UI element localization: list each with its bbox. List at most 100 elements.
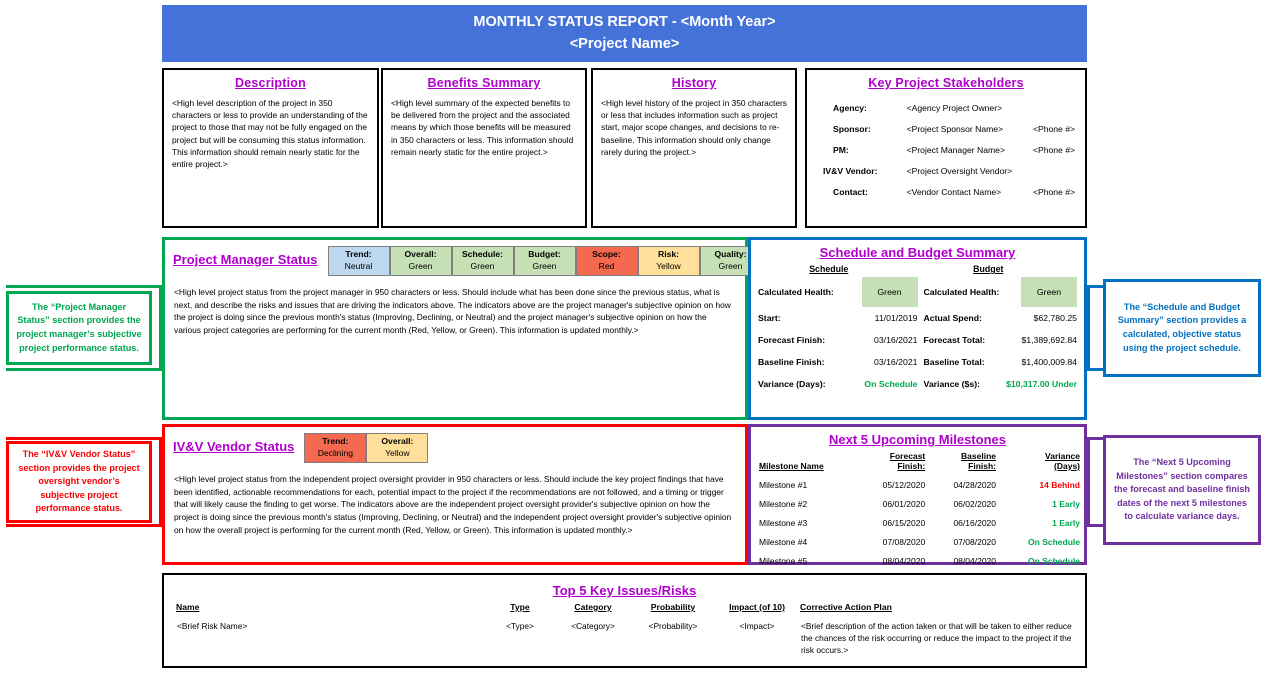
stakeholder-label: IV&V Vendor: [823, 165, 878, 176]
stakeholder-label: PM: [833, 144, 849, 155]
risk-name: <Brief Risk Name> [177, 621, 248, 631]
status-badge-value: Yellow [385, 447, 410, 458]
description-title: Description [235, 76, 306, 90]
status-badge-overall[interactable]: Overall: Yellow [366, 433, 429, 464]
schedule-column-heading: Schedule [809, 264, 849, 274]
stakeholder-phone: <Phone #> [1032, 144, 1075, 155]
milestone-forecast: 05/12/2020 [882, 479, 926, 490]
history-box: History <High level history of the proje… [591, 68, 797, 228]
col-baseline-line1: Baseline [961, 451, 996, 461]
milestones-title: Next 5 Upcoming Milestones [829, 432, 1006, 447]
description-body: <High level description of the project i… [172, 98, 368, 169]
milestones-table: Milestone Name Forecast Finish: Baseline… [751, 451, 1084, 570]
pm-status-header: Project Manager Status Trend: Neutral Ov… [165, 240, 762, 277]
table-row: Actual Spend: $62,780.25 [918, 307, 1078, 329]
milestone-baseline: 06/02/2020 [953, 498, 996, 509]
col-forecast-line2: Finish: [897, 461, 926, 471]
history-body: <High level history of the project in 35… [601, 98, 787, 157]
status-badge-key: Overall: [404, 249, 437, 259]
milestone-name: Milestone #2 [759, 498, 808, 509]
col-variance-line1: Variance [1045, 451, 1080, 461]
benefits-summary-title: Benefits Summary [427, 76, 541, 90]
risk-probability: <Probability> [648, 621, 698, 631]
stakeholder-label: Sponsor: [833, 123, 871, 134]
status-badge-trend[interactable]: Trend: Declining [304, 433, 367, 464]
milestone-name: Milestone #1 [759, 479, 808, 490]
status-badge-risk[interactable]: Risk: Yellow [637, 246, 700, 277]
ivv-vendor-status-section: IV&V Vendor Status Trend: Declining Over… [162, 424, 748, 565]
col-risk-type: Type [510, 602, 530, 612]
stakeholders-table: Agency: <Agency Project Owner> Sponsor: … [815, 97, 1077, 202]
milestone-forecast: 06/01/2020 [882, 498, 926, 509]
budget-row-label: Forecast Total: [923, 335, 986, 345]
budget-variance-value: $10,317.00 Under [1006, 379, 1077, 389]
pm-status-indicators: Trend: Neutral Overall: Green Schedule: … [327, 246, 762, 277]
milestone-name: Milestone #5 [759, 555, 808, 566]
stakeholder-label: Contact: [833, 186, 868, 197]
schedule-column: Schedule Calculated Health: Green Start:… [758, 264, 918, 395]
status-badge-trend[interactable]: Trend: Neutral [327, 246, 390, 277]
schedule-row-value: 03/16/2021 [874, 335, 918, 345]
milestone-baseline: 04/28/2020 [953, 479, 996, 490]
risks-table: Name Type Category Probability Impact (o… [176, 602, 1073, 658]
ivv-status-header: IV&V Vendor Status Trend: Declining Over… [165, 427, 745, 464]
schedule-budget-callout: The “Schedule and Budget Summary” sectio… [1103, 279, 1261, 377]
budget-row-label: Baseline Total: [923, 357, 985, 367]
col-variance-days: Variance (Days) [1000, 451, 1084, 475]
table-header-row: Name Type Category Probability Impact (o… [176, 602, 1073, 618]
milestone-forecast: 07/08/2020 [882, 536, 926, 547]
col-risk-impact: Impact (of 10) [729, 602, 785, 612]
status-badge-value: Green [470, 260, 495, 271]
table-row: Forecast Total: $1,389,692.84 [918, 329, 1078, 351]
description-box: Description <High level description of t… [162, 68, 379, 228]
top-risks-section: Top 5 Key Issues/Risks Name Type Categor… [162, 573, 1087, 668]
milestone-baseline: 07/08/2020 [953, 536, 996, 547]
table-row: Variance (Days): On Schedule [758, 373, 918, 395]
risk-category: <Category> [571, 621, 615, 631]
table-row: Variance ($s): $10,317.00 Under [918, 373, 1078, 395]
schedule-budget-grid: Schedule Calculated Health: Green Start:… [751, 264, 1084, 395]
milestone-variance: 14 Behind [1039, 479, 1080, 490]
col-corrective-action-plan: Corrective Action Plan [800, 602, 892, 612]
pm-status-body: <High level project status from the proj… [174, 287, 731, 336]
stakeholder-value: <Project Oversight Vendor> [906, 165, 1013, 176]
status-badge-key: Budget: [528, 249, 561, 259]
status-badge-key: Scope: [592, 249, 621, 259]
milestone-name: Milestone #3 [759, 517, 808, 528]
stakeholder-label: Agency: [833, 102, 867, 113]
budget-row-value: $62,780.25 [1033, 313, 1077, 323]
col-forecast-line1: Forecast [889, 451, 926, 461]
col-forecast-finish: Forecast Finish: [858, 451, 929, 475]
stakeholders-title: Key Project Stakeholders [868, 76, 1024, 90]
budget-row-value: $1,400,009.84 [1021, 357, 1077, 367]
status-badge-budget-health[interactable]: Green [1021, 277, 1077, 307]
report-title-line2: <Project Name> [569, 35, 680, 52]
ivv-status-callout: The “IV&V Vendor Status” section provide… [6, 441, 152, 523]
risk-type: <Type> [506, 621, 534, 631]
stakeholder-phone [1031, 160, 1077, 181]
milestone-baseline: 08/04/2020 [953, 555, 996, 566]
benefits-summary-body: <High level summary of the expected bene… [391, 98, 574, 157]
risk-corrective-action-plan: <Brief description of the action taken o… [801, 621, 1072, 656]
table-row: Milestone #2 06/01/2020 06/02/2020 1 Ear… [751, 494, 1084, 513]
report-title-banner: MONTHLY STATUS REPORT - <Month Year> <Pr… [162, 5, 1087, 62]
budget-table: Calculated Health: Green Actual Spend: $… [918, 277, 1078, 395]
schedule-row-label: Start: [758, 313, 781, 323]
pm-status-title: Project Manager Status [173, 252, 318, 267]
status-badge-schedule-health[interactable]: Green [861, 277, 918, 307]
schedule-table: Calculated Health: Green Start: 11/01/20… [758, 277, 918, 395]
status-badge-overall[interactable]: Overall: Green [389, 246, 452, 277]
col-risk-probability: Probability [650, 602, 696, 612]
col-baseline-finish: Baseline Finish: [929, 451, 1000, 475]
history-title: History [671, 76, 717, 90]
schedule-health-cell: Green [850, 277, 918, 307]
status-badge-schedule[interactable]: Schedule: Green [451, 246, 514, 277]
schedule-variance-label: Variance (Days): [758, 379, 826, 389]
stakeholder-phone: <Phone #> [1032, 123, 1075, 134]
risk-impact: <Impact> [739, 621, 775, 631]
status-badge-value: Green [408, 260, 433, 271]
schedule-budget-title: Schedule and Budget Summary [819, 245, 1016, 260]
status-badge-scope[interactable]: Scope: Red [575, 246, 638, 277]
status-badge-budget[interactable]: Budget: Green [513, 246, 576, 277]
budget-row-label: Actual Spend: [923, 313, 982, 323]
